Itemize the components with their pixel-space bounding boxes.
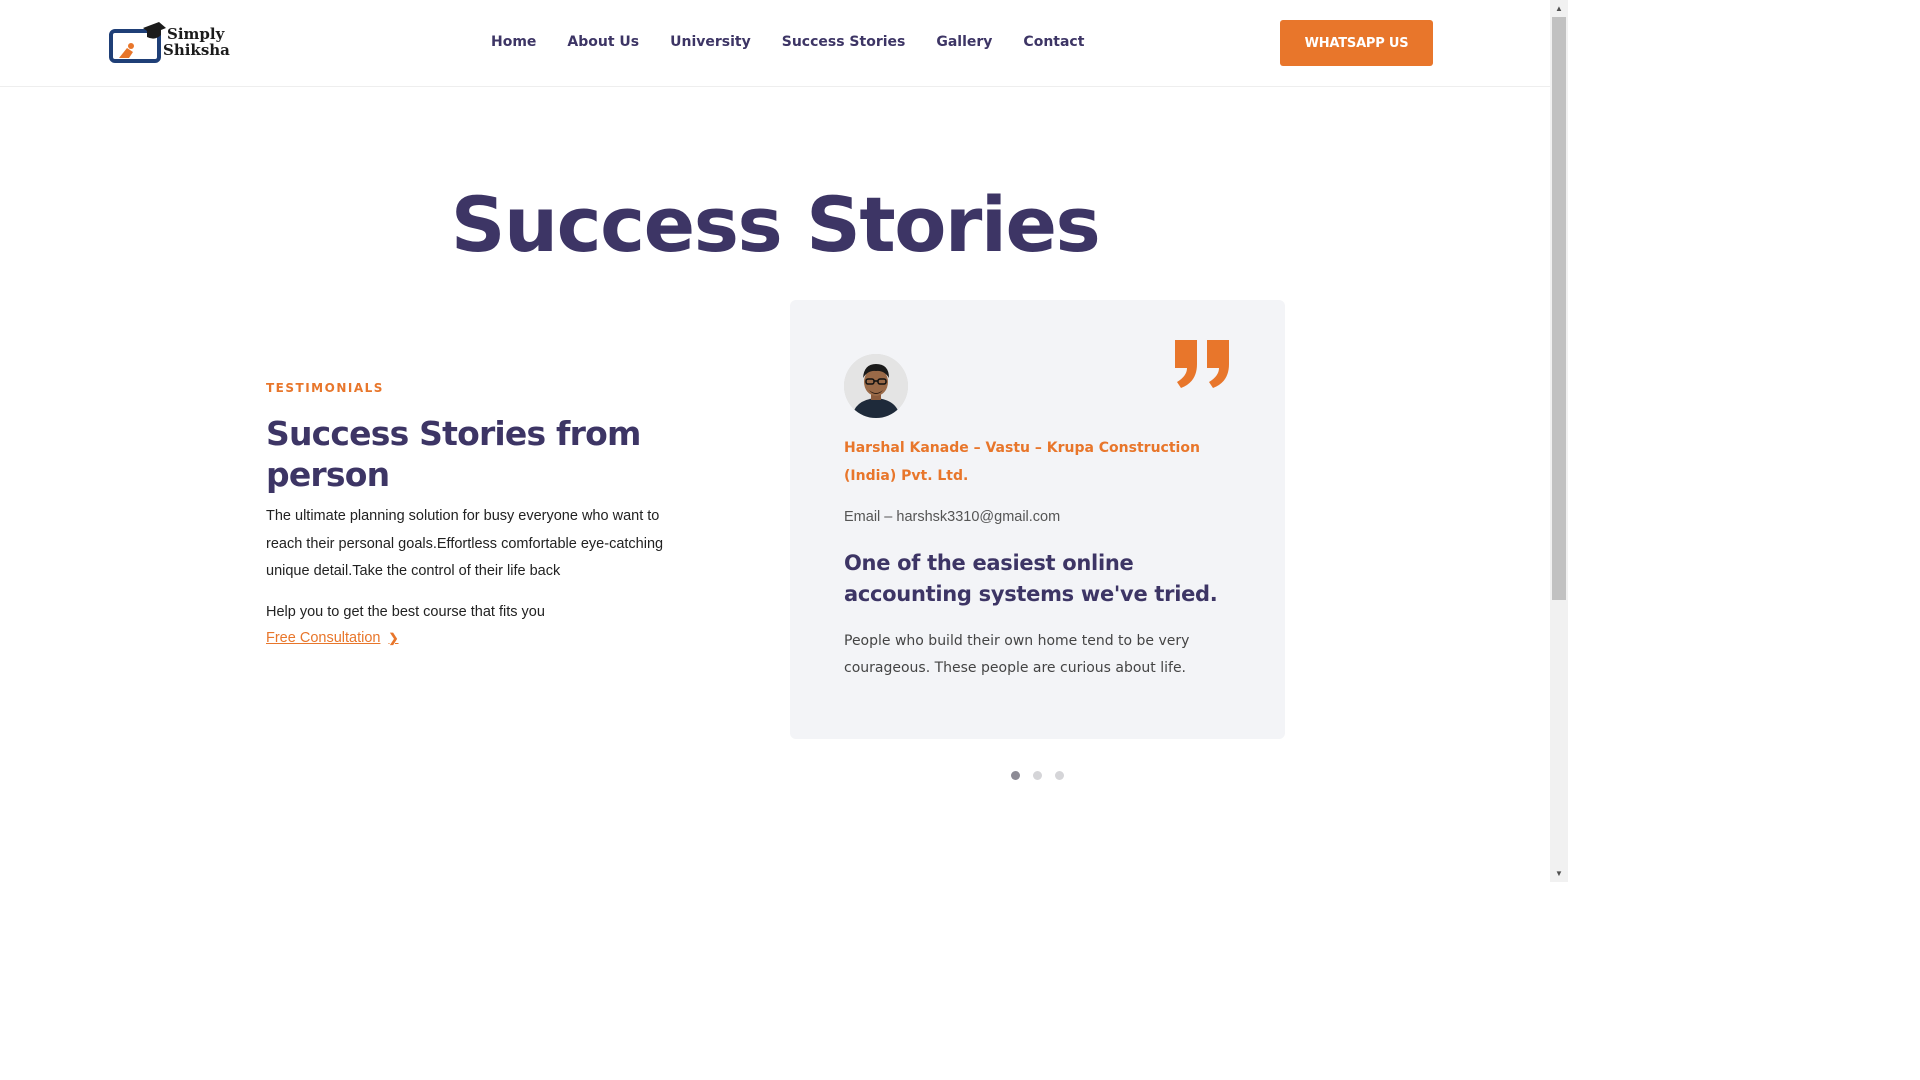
logo-line-1: Simply [167, 25, 225, 43]
logo-wordmark: Simply Shiksha [163, 25, 230, 58]
carousel-dots [1011, 771, 1064, 780]
chevron-right-icon: ❯ [388, 631, 399, 645]
testimonial-email: Email – harshsk3310@gmail.com [844, 509, 1061, 525]
page-title: Success Stories [450, 180, 1101, 269]
testimonial-author: Harshal Kanade – Vastu – Krupa Construct… [844, 440, 1200, 484]
carousel-dot-2[interactable] [1033, 771, 1042, 780]
carousel-dot-3[interactable] [1055, 771, 1064, 780]
site-logo[interactable]: Simply Shiksha [109, 22, 230, 64]
site-header: Simply Shiksha Home About Us University … [0, 0, 1550, 87]
main-nav: Home About Us University Success Stories… [491, 34, 1084, 50]
nav-contact[interactable]: Contact [1023, 34, 1084, 50]
scroll-up-arrow-icon[interactable]: ▲ [1550, 0, 1568, 17]
nav-success-stories[interactable]: Success Stories [782, 34, 906, 50]
nav-about-us[interactable]: About Us [567, 34, 639, 50]
testimonial-headline: One of the easiest online accounting sys… [844, 551, 1218, 606]
testimonials-heading: Success Stories from person [266, 414, 641, 494]
testimonials-eyebrow: TESTIMONIALS [266, 381, 384, 395]
nav-university[interactable]: University [670, 34, 751, 50]
avatar-photo [844, 354, 908, 418]
nav-gallery[interactable]: Gallery [936, 34, 992, 50]
free-consultation-label: Free Consultation [266, 630, 381, 646]
avatar [844, 354, 908, 418]
logo-line-2: Shiksha [163, 41, 230, 59]
quote-icon [1175, 340, 1229, 388]
scroll-down-arrow-icon[interactable]: ▼ [1550, 865, 1568, 882]
scroll-thumb[interactable] [1552, 17, 1566, 600]
vertical-scrollbar[interactable]: ▲ ▼ [1550, 0, 1568, 882]
logo-icon [109, 22, 166, 63]
carousel-dot-1[interactable] [1011, 771, 1020, 780]
testimonial-card: Harshal Kanade – Vastu – Krupa Construct… [790, 300, 1285, 739]
whatsapp-button[interactable]: WHATSAPP US [1280, 20, 1433, 66]
free-consultation-link[interactable]: Free Consultation ❯ [266, 630, 399, 646]
testimonials-help-text: Help you to get the best course that fit… [266, 604, 545, 620]
testimonials-description: The ultimate planning solution for busy … [266, 508, 664, 579]
nav-home[interactable]: Home [491, 34, 536, 50]
testimonial-body: People who build their own home tend to … [844, 633, 1190, 676]
